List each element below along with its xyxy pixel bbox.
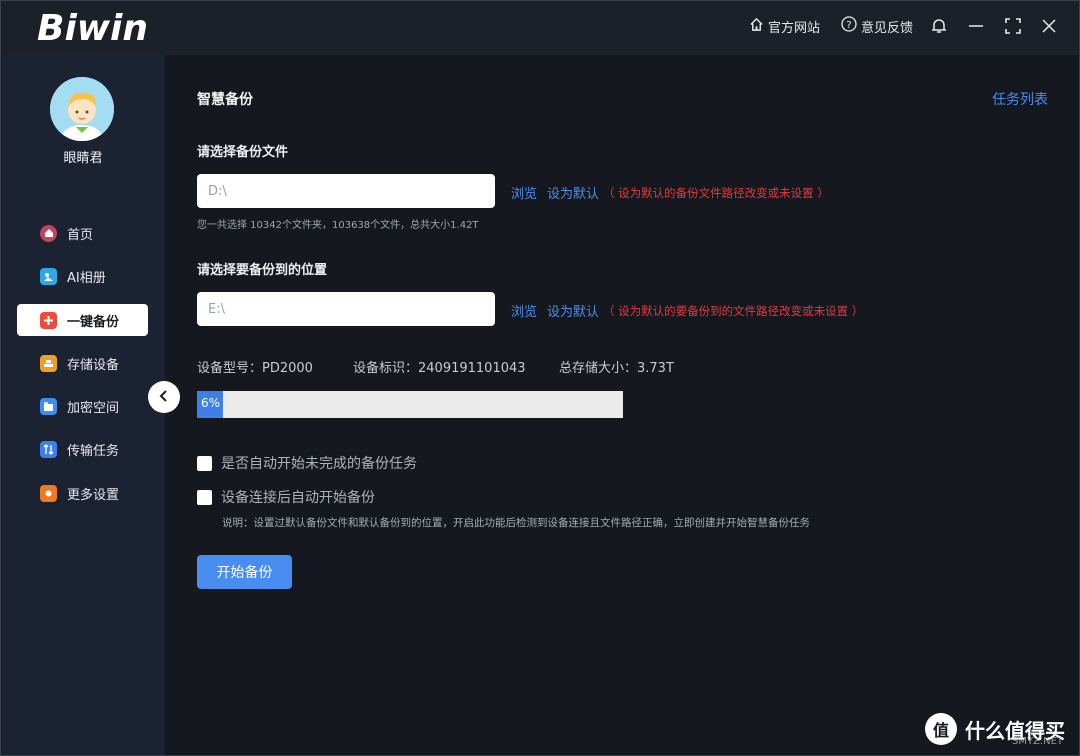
avatar[interactable] bbox=[50, 77, 114, 141]
sidebar-item-home[interactable]: 首页 bbox=[17, 217, 148, 249]
svg-text:?: ? bbox=[846, 20, 851, 31]
sidebar-item-transfer[interactable]: 传输任务 bbox=[17, 433, 148, 465]
source-selection-summary: 您一共选择 10342个文件夹，103638个文件，总共大小1.42T bbox=[197, 220, 479, 231]
page-title: 智慧备份 bbox=[197, 92, 253, 108]
sidebar-item-label: 一键备份 bbox=[67, 314, 120, 330]
start-backup-button[interactable]: 开始备份 bbox=[197, 555, 292, 589]
transfer-icon bbox=[40, 440, 57, 458]
app-window: Biwin 官方网站 ? 意见反馈 眼睛君 首页 AI相册 一键备份 存储设备 … bbox=[0, 0, 1080, 756]
sidebar-item-more-settings[interactable]: 更多设置 bbox=[17, 477, 148, 509]
storage-icon bbox=[40, 354, 57, 372]
encrypt-icon bbox=[40, 397, 57, 415]
auto-on-connect-label: 设备连接后自动开始备份 bbox=[221, 490, 375, 506]
help-icon: ? bbox=[841, 16, 857, 36]
device-capacity: 总存储大小：3.73T bbox=[559, 361, 674, 376]
biwin-logo: Biwin bbox=[37, 8, 149, 49]
sidebar: 眼睛君 首页 AI相册 一键备份 存储设备 加密空间 传输任务 更多设置 bbox=[1, 55, 165, 755]
task-list-link[interactable]: 任务列表 bbox=[992, 89, 1048, 109]
progress-text: 6% bbox=[201, 396, 221, 410]
sidebar-item-label: AI相册 bbox=[67, 270, 106, 286]
home-icon bbox=[749, 17, 764, 36]
sidebar-collapse-button[interactable] bbox=[148, 381, 180, 413]
sidebar-item-label: 更多设置 bbox=[67, 487, 120, 503]
auto-on-connect-checkbox[interactable] bbox=[197, 489, 212, 505]
sidebar-item-ai-album[interactable]: AI相册 bbox=[17, 260, 148, 292]
sidebar-item-label: 首页 bbox=[67, 227, 94, 243]
source-section-label: 请选择备份文件 bbox=[197, 145, 289, 160]
sidebar-item-storage[interactable]: 存储设备 bbox=[17, 347, 148, 379]
device-id: 设备标识：2409191101043 bbox=[353, 361, 526, 376]
settings-icon bbox=[40, 484, 57, 502]
source-default-hint: （ 设为默认的备份文件路径改变或未设置 ） bbox=[603, 185, 829, 200]
auto-backup-explanation: 说明：设置过默认备份文件和默认备份到的位置，开启此功能后检测到设备连接且文件路径… bbox=[222, 517, 810, 529]
sidebar-item-encrypted-space[interactable]: 加密空间 bbox=[17, 390, 148, 422]
official-site-link[interactable]: 官方网站 bbox=[749, 15, 820, 37]
source-browse-link[interactable]: 浏览 bbox=[511, 183, 537, 202]
watermark-subtext: SMYZ.NET bbox=[1011, 736, 1063, 747]
device-model: 设备型号：PD2000 bbox=[197, 361, 313, 376]
sidebar-item-one-click-backup[interactable]: 一键备份 bbox=[17, 304, 148, 336]
target-browse-link[interactable]: 浏览 bbox=[511, 301, 537, 320]
main-content: 智慧备份 任务列表 请选择备份文件 浏览 设为默认 （ 设为默认的备份文件路径改… bbox=[165, 55, 1079, 755]
feedback-label: 意见反馈 bbox=[861, 20, 914, 36]
source-set-default-link[interactable]: 设为默认 bbox=[547, 183, 599, 202]
minimize-icon[interactable] bbox=[964, 14, 988, 38]
album-icon bbox=[40, 267, 57, 285]
backup-progress-bar: 6% bbox=[197, 391, 623, 418]
title-bar: Biwin 官方网站 ? 意见反馈 bbox=[1, 1, 1079, 55]
auto-on-connect-option[interactable]: 设备连接后自动开始备份 bbox=[197, 487, 375, 507]
target-section-label: 请选择要备份到的位置 bbox=[197, 263, 328, 278]
fullscreen-icon[interactable] bbox=[1001, 14, 1025, 38]
feedback-link[interactable]: ? 意见反馈 bbox=[841, 15, 913, 37]
home-icon bbox=[40, 224, 57, 242]
backup-icon bbox=[40, 311, 57, 329]
sidebar-item-label: 存储设备 bbox=[67, 357, 120, 373]
target-path-input[interactable] bbox=[197, 292, 495, 326]
target-default-hint: （ 设为默认的要备份到的文件路径改变或未设置 ） bbox=[603, 303, 864, 318]
official-site-label: 官方网站 bbox=[768, 20, 821, 36]
auto-resume-option[interactable]: 是否自动开始未完成的备份任务 bbox=[197, 453, 417, 473]
auto-resume-label: 是否自动开始未完成的备份任务 bbox=[221, 456, 417, 472]
username: 眼睛君 bbox=[63, 151, 103, 166]
sidebar-item-label: 加密空间 bbox=[67, 400, 120, 416]
auto-resume-checkbox[interactable] bbox=[197, 455, 212, 471]
bell-icon[interactable] bbox=[927, 14, 951, 38]
target-set-default-link[interactable]: 设为默认 bbox=[547, 301, 599, 320]
sidebar-item-label: 传输任务 bbox=[67, 443, 120, 459]
chevron-left-icon bbox=[157, 388, 171, 407]
close-icon[interactable] bbox=[1037, 14, 1061, 38]
source-path-input[interactable] bbox=[197, 174, 495, 208]
watermark-logo: 值 bbox=[925, 713, 957, 745]
